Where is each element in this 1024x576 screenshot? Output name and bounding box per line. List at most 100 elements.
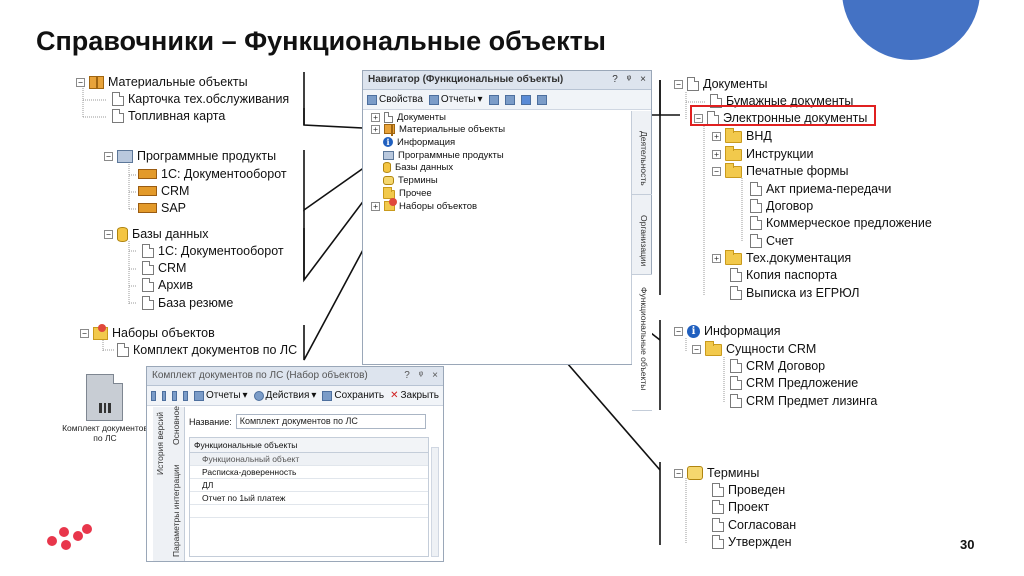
nav-node-material[interactable]: + Материальные объекты <box>371 123 505 136</box>
tree-node-agreed[interactable]: Согласован <box>712 517 796 533</box>
vertical-scrollbar[interactable] <box>431 447 439 557</box>
name-input[interactable]: Комплект документов по ЛС <box>235 414 426 429</box>
help-button[interactable]: ? <box>612 74 618 86</box>
tree-node-held[interactable]: Проведен <box>712 482 785 498</box>
tree-node-databases[interactable]: − Базы данных <box>104 226 209 242</box>
close-window-button[interactable]: ✕ Закрыть <box>390 390 439 401</box>
tree-node-software[interactable]: − Программные продукты <box>104 148 276 164</box>
tree-node-sw-1c[interactable]: 1С: Документооборот <box>138 166 287 182</box>
tab-organizations[interactable]: Организации <box>632 195 652 275</box>
export-icon[interactable] <box>504 94 515 105</box>
collapse-icon[interactable]: − <box>80 328 89 338</box>
link-icon[interactable] <box>183 390 188 401</box>
link-icon[interactable] <box>536 94 547 105</box>
tree-node-crm-offer[interactable]: CRM Предложение <box>730 375 858 391</box>
nav-node-other[interactable]: Прочее <box>383 186 432 199</box>
tree-node-crm-entities[interactable]: − Сущности CRM <box>692 341 816 357</box>
nav-node-software[interactable]: Программные продукты <box>383 149 504 161</box>
reports-button[interactable]: Отчеты ▾ <box>193 390 248 401</box>
tree-node-crm-leasing[interactable]: CRM Предмет лизинга <box>730 393 877 409</box>
close-button[interactable]: × <box>432 370 438 382</box>
collapse-icon[interactable]: − <box>76 77 85 87</box>
reports-button[interactable]: Отчеты ▾ <box>428 94 483 105</box>
save-small-icon[interactable] <box>151 390 156 401</box>
nav-node-terms[interactable]: Термины <box>383 174 438 186</box>
collapse-icon[interactable]: − <box>712 166 721 176</box>
navigator-toolbar: Свойства Отчеты ▾ <box>363 90 651 110</box>
tree-node-db-crm[interactable]: CRM <box>142 260 186 276</box>
tree-node-label: CRM Предложение <box>746 376 859 390</box>
pin-button[interactable]: ᵠ <box>627 74 631 86</box>
nav-node-databases[interactable]: Базы данных <box>383 161 453 173</box>
tree-node-draft[interactable]: Проект <box>712 499 769 515</box>
tree-node-invoice[interactable]: Счет <box>750 233 794 249</box>
tab-functional-objects[interactable]: Функциональные объекты <box>632 275 652 411</box>
tree-node-db-1c[interactable]: 1С: Документооборот <box>142 243 284 259</box>
close-button[interactable]: × <box>640 74 646 86</box>
move-icon[interactable] <box>172 390 178 401</box>
tab-main[interactable]: Основное <box>171 406 181 445</box>
tree-node-print-forms[interactable]: − Печатные формы <box>712 163 849 179</box>
tree-node-crm-contract[interactable]: CRM Договор <box>730 358 825 374</box>
tree-node-offer[interactable]: Коммерческое предложение <box>750 215 932 231</box>
refresh-icon[interactable] <box>488 94 499 105</box>
collapse-icon[interactable]: − <box>692 344 701 354</box>
nav-node-docs[interactable]: + Документы <box>371 111 446 123</box>
folder-icon <box>725 250 742 265</box>
tree-node-material[interactable]: − Материальные объекты <box>76 74 248 90</box>
tree-node-instructions[interactable]: + Инструкции <box>712 146 814 162</box>
tree-node-set-docs[interactable]: Комплект документов по ЛС <box>117 342 297 358</box>
software-icon <box>383 150 394 160</box>
tree-node-tech-docs[interactable]: + Тех.документация <box>712 250 851 266</box>
collapse-icon[interactable]: − <box>104 229 113 239</box>
document-icon <box>384 111 393 123</box>
copy-icon[interactable] <box>161 390 167 401</box>
expand-icon[interactable]: + <box>371 124 380 134</box>
collapse-icon[interactable]: − <box>104 151 113 161</box>
nav-node-info[interactable]: i Информация <box>383 136 455 148</box>
expand-icon[interactable]: + <box>712 131 721 141</box>
tree-node-docs[interactable]: − Документы <box>674 76 767 92</box>
tab-integration-params[interactable]: Параметры интеграции <box>171 464 181 557</box>
collapse-icon[interactable]: − <box>674 468 683 478</box>
expand-icon[interactable]: + <box>712 149 721 159</box>
tab-activity[interactable]: Деятельность <box>632 111 652 195</box>
tree-node-vnd[interactable]: + ВНД <box>712 128 772 144</box>
expand-icon[interactable]: + <box>371 112 380 122</box>
tree-node-egrul[interactable]: Выписка из ЕГРЮЛ <box>730 285 859 301</box>
tree-node-passport[interactable]: Копия паспорта <box>730 267 837 283</box>
table-row[interactable]: Отчет по 1ый платеж <box>190 492 428 505</box>
filter-icon[interactable] <box>520 94 531 105</box>
collapse-icon[interactable]: − <box>674 326 683 336</box>
tree-node-sw-crm[interactable]: CRM <box>138 183 189 199</box>
grid-header[interactable]: Функциональный объект <box>190 453 428 466</box>
tab-version-history[interactable]: История версий <box>155 412 165 475</box>
tree-node-approved[interactable]: Утвержден <box>712 534 792 550</box>
tree-node-fuel[interactable]: Топливная карта <box>112 108 225 124</box>
properties-button[interactable]: Свойства <box>367 94 423 105</box>
table-row[interactable] <box>190 505 428 518</box>
tree-node-sw-sap[interactable]: SAP <box>138 200 186 216</box>
collapse-icon[interactable]: − <box>674 79 683 89</box>
save-button[interactable]: Сохранить <box>322 390 384 401</box>
reports-label: Отчеты <box>440 94 476 105</box>
company-logo <box>45 524 95 552</box>
tree-node-sets[interactable]: − Наборы объектов <box>80 323 215 341</box>
tree-node-contract[interactable]: Договор <box>750 198 813 214</box>
tree-node-db-resume[interactable]: База резюме <box>142 295 233 311</box>
expand-icon[interactable]: + <box>712 253 721 263</box>
tree-node-label: Счет <box>766 234 794 248</box>
tree-node-db-archive[interactable]: Архив <box>142 277 193 293</box>
tree-node-info[interactable]: − i Информация <box>674 323 781 339</box>
printer-icon <box>428 94 439 105</box>
expand-icon[interactable]: + <box>371 201 380 211</box>
nav-node-sets[interactable]: + Наборы объектов <box>371 198 477 212</box>
tree-node-act[interactable]: Акт приема-передачи <box>750 181 891 197</box>
table-row[interactable]: ДЛ <box>190 479 428 492</box>
table-row[interactable]: Расписка-доверенность <box>190 466 428 479</box>
tree-node-card[interactable]: Карточка тех.обслуживания <box>112 91 289 107</box>
help-button[interactable]: ? <box>404 370 410 382</box>
pin-button[interactable]: ᵠ <box>419 370 423 382</box>
tree-node-terms[interactable]: − Термины <box>674 465 759 481</box>
actions-button[interactable]: Действия ▾ <box>253 390 316 401</box>
